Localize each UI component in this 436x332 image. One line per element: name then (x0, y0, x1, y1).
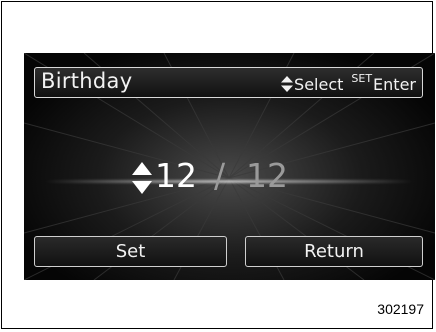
return-button[interactable]: Return (245, 236, 423, 267)
figure-id: 302197 (377, 301, 424, 317)
figure-frame: Birthday Select SETEnter 12 / 12 Set Retu… (1, 1, 435, 329)
day-value[interactable]: 12 (246, 156, 288, 195)
date-separator: / (214, 156, 226, 195)
date-selector: 12 / 12 (24, 153, 435, 203)
set-button[interactable]: Set (34, 236, 227, 267)
select-hint-label: Select (294, 75, 344, 94)
set-key-label: SET (351, 72, 373, 85)
up-down-arrows-icon (281, 76, 294, 92)
control-hint: Select SETEnter (281, 72, 416, 94)
up-down-arrows-icon[interactable] (132, 162, 152, 194)
enter-hint-label: Enter (373, 75, 416, 94)
screen-title: Birthday (41, 69, 133, 93)
title-bar: Birthday Select SETEnter (34, 67, 423, 98)
month-value[interactable]: 12 (155, 156, 197, 195)
display-screen: Birthday Select SETEnter 12 / 12 Set Retu… (24, 53, 435, 280)
